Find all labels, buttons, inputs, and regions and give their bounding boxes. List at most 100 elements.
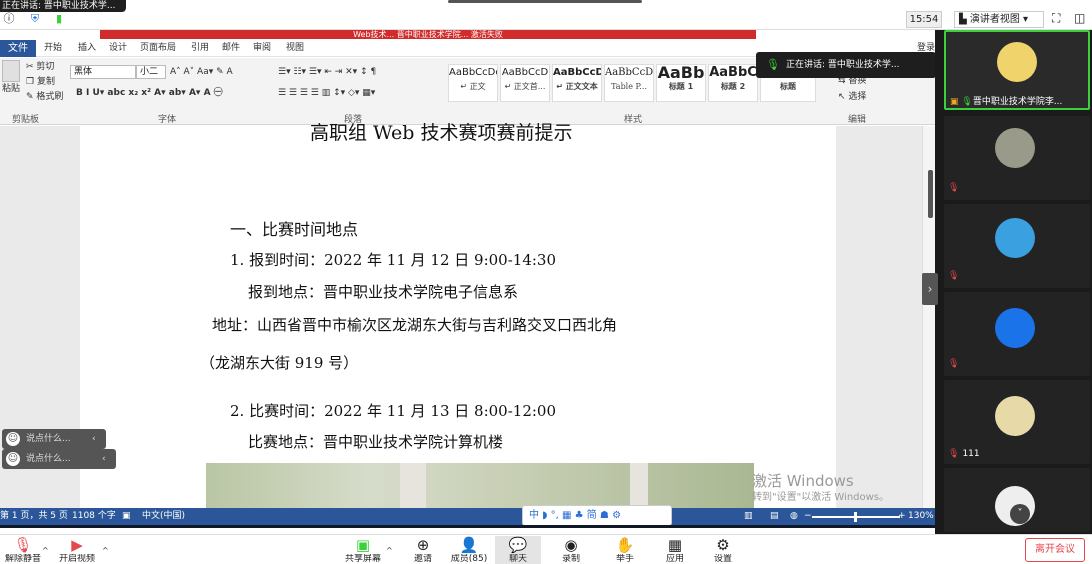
web-layout-icon[interactable]: ◍ xyxy=(790,508,798,525)
shared-word-window: Web技术... 晋中职业技术学院... 激活失败 文件 开始 插入 设计 页面… xyxy=(0,30,935,528)
brush-icon: ✎ xyxy=(26,92,37,102)
menu-design[interactable]: 设计 xyxy=(109,42,127,55)
participant-name: ▣ 🎙晋中职业技术学院李... xyxy=(950,97,1063,107)
record-button[interactable]: ◉ 录制 xyxy=(548,536,594,564)
scissors-icon: ✂ xyxy=(26,62,37,72)
settings-button[interactable]: ⚙ 设置 xyxy=(700,536,746,564)
print-layout-icon[interactable]: ▤ xyxy=(770,508,779,525)
apps-button[interactable]: ▦ 应用 xyxy=(652,536,698,564)
invite-button[interactable]: ⊕ 邀请 xyxy=(400,536,446,564)
menu-file[interactable]: 文件 xyxy=(0,40,36,57)
panel-collapse-button[interactable]: › xyxy=(922,273,938,305)
font-size-select[interactable]: 小二 xyxy=(136,65,166,79)
font-name-select[interactable]: 黑体 xyxy=(70,65,136,79)
gear-icon: ⚙ xyxy=(716,536,730,554)
layout-icon[interactable]: ◫ xyxy=(1074,11,1088,27)
host-icon: ▣ xyxy=(950,97,962,107)
style-heading1[interactable]: AaBb 标题 1 xyxy=(656,64,706,102)
font-format-icons[interactable]: B I U▾ abc x₂ x² A▾ ab▾ A▾ A ㊀ xyxy=(76,88,223,99)
menu-review[interactable]: 审阅 xyxy=(253,42,271,55)
style-heading2[interactable]: AaBbC 标题 2 xyxy=(708,64,758,102)
muted-mic-icon: 🎙 xyxy=(948,449,960,459)
list-icons[interactable]: ☰▾ ☷▾ ☰▾ ⇤ ⇥ ✕▾ ↕ ¶ xyxy=(278,67,376,78)
read-mode-icon[interactable]: ▥ xyxy=(744,508,753,525)
shield-icon[interactable]: ⛨ xyxy=(28,12,42,26)
zoom-slider-thumb[interactable] xyxy=(854,512,857,522)
share-screen-icon: ▣ xyxy=(355,536,371,554)
style-preview: AaBb xyxy=(657,64,705,82)
signal-icon[interactable]: ▮ xyxy=(52,12,66,26)
style-name: ↵ 正文 xyxy=(460,82,486,91)
editing-group-label: 编辑 xyxy=(848,115,867,125)
menu-view[interactable]: 视图 xyxy=(286,42,304,55)
participant-tile[interactable]: ▣ 🎙晋中职业技术学院李... xyxy=(944,30,1090,110)
info-icon[interactable]: ⓘ xyxy=(2,12,16,26)
word-status-bar: 第 1 页，共 5 页 1108 个字 ▣ 中文(中国) ▥ ▤ ◍ − + 1… xyxy=(0,508,935,525)
scrollbar-thumb[interactable] xyxy=(928,170,933,218)
zoom-level[interactable]: 130% xyxy=(908,508,934,525)
style-preview: AaBbCcDdI xyxy=(449,67,497,78)
fullscreen-icon[interactable]: ⛶ xyxy=(1052,11,1066,27)
chevron-up-icon[interactable]: ^ xyxy=(42,546,49,555)
share-screen-button[interactable]: ▣ 共享屏幕 xyxy=(340,536,386,564)
proofing-icon[interactable]: ▣ xyxy=(122,508,131,525)
chat-bubble[interactable]: ☺ 说点什么... ‹ xyxy=(2,449,116,469)
paste-icon[interactable] xyxy=(2,60,20,82)
map-road xyxy=(630,463,648,508)
muted-mic-icon: 🎙 xyxy=(948,271,960,281)
video-off-icon: ▶ xyxy=(71,536,83,554)
menu-home[interactable]: 开始 xyxy=(44,42,62,55)
copy-button[interactable]: ❐ 复制 xyxy=(26,77,55,88)
chevron-up-icon[interactable]: ^ xyxy=(386,546,393,555)
muted-mic-icon: 🎙 xyxy=(948,183,960,193)
chat-button[interactable]: 💬 聊天 xyxy=(495,536,541,564)
align-icons[interactable]: ☰ ☰ ☰ ☰ ▥ ↕▾ ◇▾ ▦▾ xyxy=(278,88,375,99)
chevron-left-icon[interactable]: ‹ xyxy=(102,449,106,469)
doc-line: 比赛地点：晋中职业技术学院计算机楼 xyxy=(248,433,504,451)
speaking-popup: 🎙 正在讲话: 晋中职业技术学... xyxy=(756,52,935,78)
view-selector[interactable]: ▙ 演讲者视图 ▾ xyxy=(954,11,1044,28)
paste-button[interactable]: 粘贴 xyxy=(2,84,20,95)
word-count[interactable]: 1108 个字 xyxy=(72,508,116,525)
chat-bubble-text: 说点什么... xyxy=(26,434,71,444)
cut-button[interactable]: ✂ 剪切 xyxy=(26,62,54,73)
participant-name: 🎙 111 xyxy=(948,449,980,459)
menu-references[interactable]: 引用 xyxy=(191,42,209,55)
start-video-button[interactable]: ▶ 开启视频 xyxy=(54,536,100,564)
meeting-toolbar xyxy=(0,534,1092,564)
menu-insert[interactable]: 插入 xyxy=(78,42,96,55)
styles-group-label: 样式 xyxy=(624,115,643,125)
chevron-up-icon[interactable]: ^ xyxy=(102,546,109,555)
page-count[interactable]: 第 1 页，共 5 页 xyxy=(0,508,68,525)
leave-meeting-button[interactable]: 离开会议 xyxy=(1025,538,1085,562)
chevron-down-icon: ▾ xyxy=(1019,14,1029,25)
members-icon: 👤 xyxy=(459,536,479,554)
chevron-down-icon[interactable]: ˅ xyxy=(1010,504,1030,524)
participant-tile[interactable]: 🎙 xyxy=(944,292,1090,376)
style-body-text[interactable]: AaBbCcD ↵ 正文文本 xyxy=(552,64,602,102)
style-normal[interactable]: AaBbCcDdI ↵ 正文 xyxy=(448,64,498,102)
style-body-first[interactable]: AaBbCcD ↵ 正文首... xyxy=(500,64,550,102)
language[interactable]: 中文(中国) xyxy=(142,508,185,525)
word-title: Web技术... 晋中职业技术学院... 激活失败 xyxy=(100,30,756,39)
participant-tile[interactable]: 🎙 xyxy=(944,116,1090,200)
record-icon: ◉ xyxy=(564,536,578,554)
unmute-button[interactable]: 🎙 解除静音 xyxy=(0,536,46,564)
chevron-left-icon[interactable]: ‹ xyxy=(92,429,96,449)
doc-line: 2. 比赛时间：2022 年 11 月 13 日 8:00-12:00 xyxy=(230,402,557,420)
font-grow-icons[interactable]: A˄ A˅ Aa▾ ✎ A xyxy=(170,67,233,78)
zoom-out-icon[interactable]: − xyxy=(804,508,812,525)
style-table[interactable]: AaBbCcDdI Table P... xyxy=(604,64,654,102)
menu-mailings[interactable]: 邮件 xyxy=(222,42,240,55)
chat-bubble[interactable]: ☺ 说点什么... ‹ xyxy=(2,429,106,449)
section-heading: 一、比赛时间地点 xyxy=(230,220,359,239)
participant-tile[interactable]: 🎙 xyxy=(944,204,1090,288)
members-button[interactable]: 👤 成员(85) xyxy=(446,536,492,564)
participant-tile[interactable]: 🎙 111 xyxy=(944,380,1090,464)
format-painter-button[interactable]: ✎ 格式刷 xyxy=(26,92,63,103)
ime-toolbar[interactable]: 中 ◗ °, ▦ ♣ 简 ☗ ⚙ xyxy=(522,505,672,526)
select-button[interactable]: ↖ 选择 xyxy=(838,92,866,103)
doc-line: 报到地点：晋中职业技术学院电子信息系 xyxy=(248,283,519,301)
raise-hand-button[interactable]: ✋ 举手 xyxy=(602,536,648,564)
menu-layout[interactable]: 页面布局 xyxy=(140,42,176,55)
